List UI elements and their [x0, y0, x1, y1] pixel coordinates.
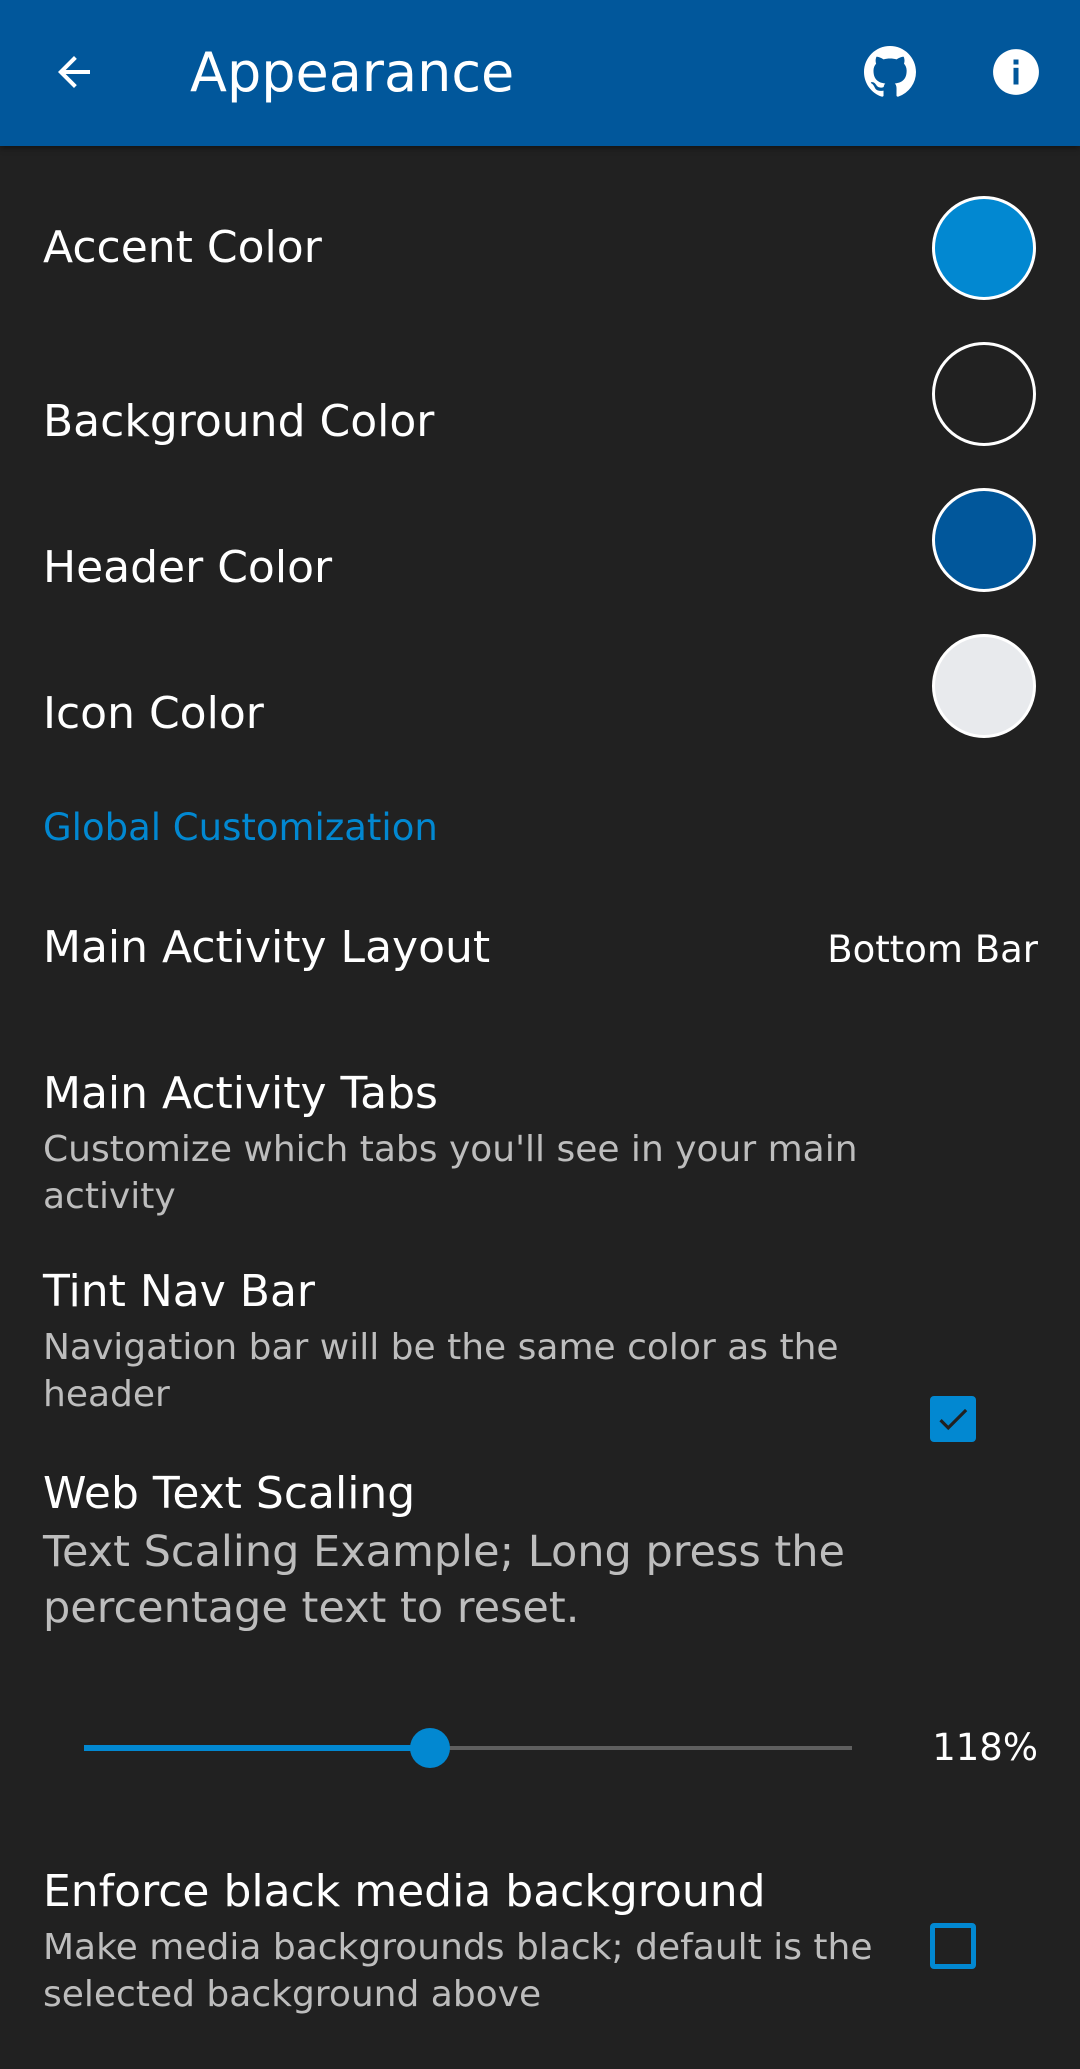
main-activity-tabs-summary: Customize which tabs you'll see in your … [43, 1129, 858, 1217]
header-color-row[interactable]: Header Color [0, 438, 1080, 593]
tint-nav-bar-checkbox[interactable] [930, 1396, 976, 1442]
enforce-black-media-label: Enforce black media background [43, 1866, 766, 1917]
icon-color-label: Icon Color [43, 688, 264, 739]
text-scaling-example: Text Scaling Example; Long press the per… [43, 1527, 845, 1633]
tint-nav-bar-label: Tint Nav Bar [43, 1266, 316, 1317]
web-text-scaling-label: Web Text Scaling [43, 1468, 416, 1519]
main-activity-layout-label: Main Activity Layout [43, 922, 491, 973]
background-color-swatch[interactable] [932, 342, 1036, 446]
github-icon [864, 46, 916, 97]
main-activity-layout-value: Bottom Bar [827, 928, 1038, 971]
enforce-black-media-checkbox[interactable] [930, 1923, 976, 1969]
arrow-back-icon [58, 56, 90, 88]
accent-color-swatch[interactable] [932, 196, 1036, 300]
enforce-black-media-row[interactable]: Enforce black media background Make medi… [0, 1864, 1080, 2069]
tint-nav-bar-row[interactable]: Tint Nav Bar Navigation bar will be the … [0, 1220, 1080, 1442]
info-button[interactable] [974, 30, 1058, 114]
slider-thumb[interactable] [410, 1728, 450, 1768]
icon-color-row[interactable]: Icon Color [0, 584, 1080, 739]
header-color-swatch[interactable] [932, 488, 1036, 592]
back-button[interactable] [32, 30, 116, 114]
icon-color-swatch[interactable] [932, 634, 1036, 738]
main-activity-tabs-label: Main Activity Tabs [43, 1068, 438, 1119]
main-activity-tabs-row[interactable]: Main Activity Tabs Customize which tabs … [0, 1022, 1080, 1217]
text-scaling-slider[interactable] [84, 1728, 852, 1768]
app-bar: Appearance [0, 0, 1080, 146]
check-icon [939, 1408, 968, 1431]
info-icon [993, 49, 1039, 95]
accent-color-row[interactable]: Accent Color [0, 146, 1080, 300]
github-button[interactable] [848, 30, 932, 114]
tint-nav-bar-summary: Navigation bar will be the same color as… [43, 1327, 839, 1415]
web-text-scaling-row: Web Text Scaling [0, 1466, 1080, 1826]
main-activity-layout-row[interactable]: Main Activity Layout Bottom Bar [0, 876, 1080, 1022]
settings-list: Accent Color Background Color Header Col… [0, 146, 1080, 2069]
text-scaling-percent[interactable]: 118% [932, 1724, 1038, 1772]
enforce-black-media-summary: Make media backgrounds black; default is… [43, 1927, 873, 2015]
page-title: Appearance [190, 41, 515, 104]
global-customization-header: Global Customization [43, 806, 438, 849]
accent-color-label: Accent Color [43, 222, 322, 273]
background-color-row[interactable]: Background Color [0, 292, 1080, 447]
slider-fill [84, 1745, 430, 1751]
